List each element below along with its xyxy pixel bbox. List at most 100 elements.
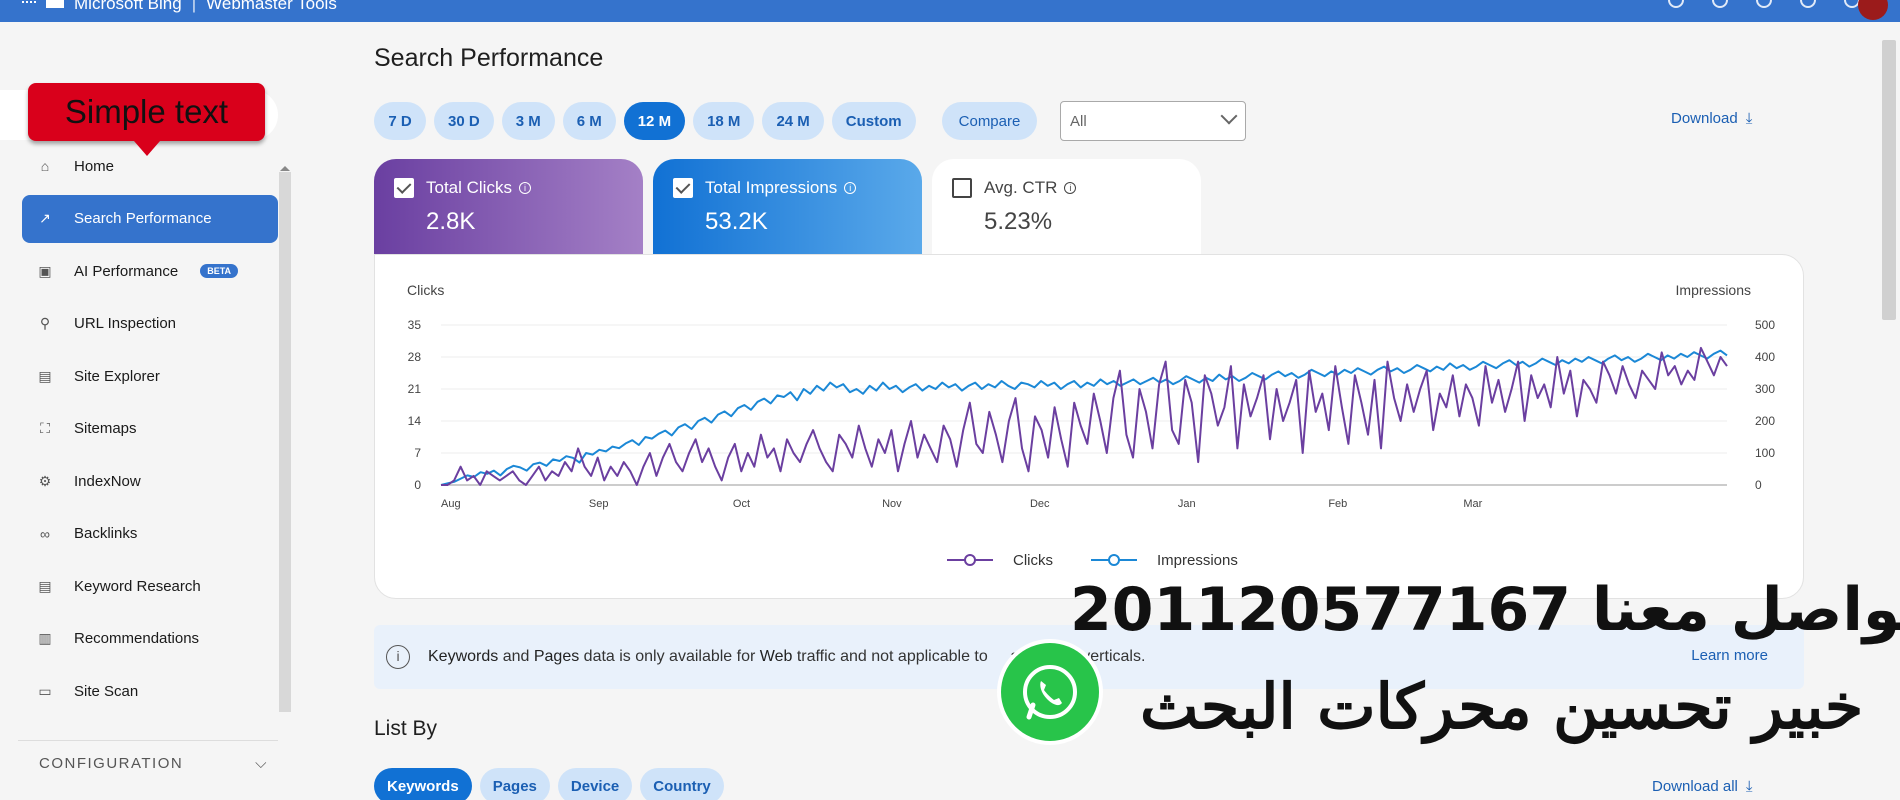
sidebar-item-ai-performance[interactable]: ▣ AI Performance BETA — [22, 247, 278, 295]
sidebar-item-search-performance[interactable]: ↗ Search Performance — [22, 194, 278, 243]
list-by-heading: List By — [374, 717, 438, 740]
y-left-tick-label: 14 — [408, 414, 422, 428]
page-scrollbar[interactable] — [1882, 40, 1896, 320]
sidebar-item-keyword-research[interactable]: ▤ Keyword Research — [22, 562, 278, 610]
card-value: 2.8K — [426, 208, 476, 235]
legend-label-clicks: Clicks — [1013, 552, 1053, 569]
sidebar-item-site-explorer[interactable]: ▤ Site Explorer — [22, 352, 278, 400]
whatsapp-icon[interactable] — [1001, 643, 1099, 741]
document-icon: ▤ — [38, 577, 52, 594]
total-impressions-checkbox[interactable] — [673, 178, 693, 198]
trend-icon: ↗ — [39, 210, 51, 226]
total-clicks-card[interactable]: Total Clicks i 2.8K — [374, 159, 643, 254]
notice-mid: data is only available for — [579, 648, 760, 665]
configuration-section-toggle[interactable]: CONFIGURATION ⌵ — [18, 740, 278, 772]
card-label: Avg. CTR — [984, 178, 1058, 197]
notification-icon[interactable] — [1668, 0, 1684, 8]
help-icon[interactable] — [1800, 0, 1816, 8]
total-clicks-checkbox[interactable] — [394, 178, 414, 198]
sidebar-item-sitemaps[interactable]: ⛶ Sitemaps — [22, 405, 278, 453]
y-right-axis-title: Impressions — [1676, 282, 1751, 298]
date-range-selector: 7 D 30 D 3 M 6 M 12 M 18 M 24 M Custom C… — [374, 102, 1038, 140]
total-impressions-card[interactable]: Total Impressions i 53.2K — [653, 159, 922, 254]
sidebar-item-recommendations[interactable]: ▥ Recommendations — [22, 615, 278, 663]
share-icon[interactable] — [1756, 0, 1772, 8]
tab-pages[interactable]: Pages — [479, 768, 550, 800]
avg-ctr-card[interactable]: Avg. CTR i 5.23% — [932, 159, 1201, 254]
info-icon[interactable]: i — [518, 182, 531, 194]
x-tick-label: Dec — [1030, 498, 1050, 510]
y-left-axis-title: Clicks — [407, 282, 444, 298]
x-tick-label: Oct — [733, 498, 750, 510]
avatar[interactable] — [1858, 0, 1888, 20]
legend-marker-clicks — [964, 554, 976, 566]
filter-select[interactable]: All — [1060, 101, 1246, 141]
gear-icon: ⚙ — [38, 472, 52, 489]
avg-ctr-checkbox[interactable] — [952, 178, 972, 198]
range-3m-button[interactable]: 3 M — [501, 102, 555, 140]
product-name: Microsoft Bing — [74, 0, 182, 13]
notice-pages: Pages — [533, 648, 580, 665]
callout-bubble: Simple text — [28, 83, 265, 141]
card-label: Total Impressions — [705, 178, 838, 197]
feedback-icon[interactable] — [1712, 0, 1728, 8]
sitemap-icon: ⛶ — [40, 420, 50, 436]
range-6m-button[interactable]: 6 M — [562, 102, 616, 140]
app-launcher-icon[interactable] — [22, 1, 36, 7]
x-tick-label: Aug — [441, 498, 461, 510]
link-icon: ∞ — [40, 525, 50, 542]
section-name: Webmaster Tools — [206, 0, 337, 13]
sidebar-item-label: Home — [74, 157, 115, 175]
sidebar-item-url-inspection[interactable]: ⚲ URL Inspection — [22, 300, 278, 348]
y-right-tick-label: 100 — [1755, 446, 1775, 460]
x-tick-label: Jan — [1178, 498, 1196, 510]
compare-button[interactable]: Compare — [941, 102, 1038, 140]
top-bar-icons — [1668, 0, 1860, 8]
scroll-up-arrow[interactable] — [280, 165, 290, 171]
sidebar-item-home[interactable]: ⌂ Home — [22, 142, 278, 190]
y-left-tick-label: 0 — [414, 478, 421, 492]
sidebar-item-label: Site Scan — [74, 682, 139, 700]
download-icon: ⤓ — [1745, 778, 1753, 795]
range-18m-button[interactable]: 18 M — [693, 102, 755, 140]
notice-tail: traffic and not applicable to — [792, 648, 993, 665]
sidebar-item-label: AI Performance — [74, 262, 179, 280]
brand[interactable]: Microsoft Bing | Webmaster Tools — [22, 0, 337, 14]
sidebar-scrollbar[interactable] — [279, 172, 291, 712]
tab-country[interactable]: Country — [640, 768, 724, 800]
tab-device[interactable]: Device — [557, 768, 633, 800]
range-24m-button[interactable]: 24 M — [762, 102, 824, 140]
sidebar-item-label: Sitemaps — [74, 420, 137, 437]
range-30d-button[interactable]: 30 D — [434, 102, 494, 140]
y-right-tick-label: 0 — [1755, 478, 1762, 492]
chevron-down-icon — [1220, 107, 1238, 125]
range-7d-button[interactable]: 7 D — [374, 102, 426, 140]
download-all-button[interactable]: Download all ⤓ — [1652, 778, 1753, 795]
callout-overlay: Simple text — [0, 52, 278, 156]
range-12m-button[interactable]: 12 M — [623, 102, 686, 140]
download-icon: ⤓ — [1745, 110, 1753, 127]
whatsapp-glyph — [1023, 665, 1077, 720]
sidebar-item-label: Search Performance — [74, 210, 212, 227]
sidebar-item-indexnow[interactable]: ⚙ IndexNow — [22, 457, 278, 505]
brand-separator: | — [191, 0, 197, 13]
download-label: Download — [1671, 110, 1738, 127]
range-custom-button[interactable]: Custom — [831, 102, 916, 140]
legend-label-impressions: Impressions — [1157, 552, 1238, 569]
performance-chart: Clicks Impressions 0 7 14 21 28 35 0 100 200 300 400… — [407, 282, 1775, 569]
home-icon: ⌂ — [40, 158, 50, 174]
info-icon[interactable]: i — [844, 182, 857, 194]
sidebar-item-label: Recommendations — [74, 630, 200, 647]
download-button[interactable]: Download ⤓ — [1671, 110, 1752, 127]
info-icon[interactable]: i — [1064, 182, 1077, 194]
sidebar-item-label: Backlinks — [74, 525, 138, 542]
x-tick-label: Feb — [1328, 498, 1347, 510]
card-label: Total Clicks — [426, 178, 512, 197]
tab-keywords[interactable]: Keywords — [374, 768, 472, 800]
sidebar-nav: ⌂ Home ↗ Search Performance ▣ AI Perform… — [0, 142, 290, 720]
sidebar-item-backlinks[interactable]: ∞ Backlinks — [22, 510, 278, 558]
y-right-tick-label: 400 — [1755, 350, 1775, 364]
performance-chart-card: Clicks Impressions 0 7 14 21 28 35 0 100 200 300 400… — [374, 254, 1804, 599]
sidebar-item-site-scan[interactable]: ▭ Site Scan — [22, 667, 278, 715]
learn-more-link[interactable]: Learn more — [1691, 647, 1768, 664]
